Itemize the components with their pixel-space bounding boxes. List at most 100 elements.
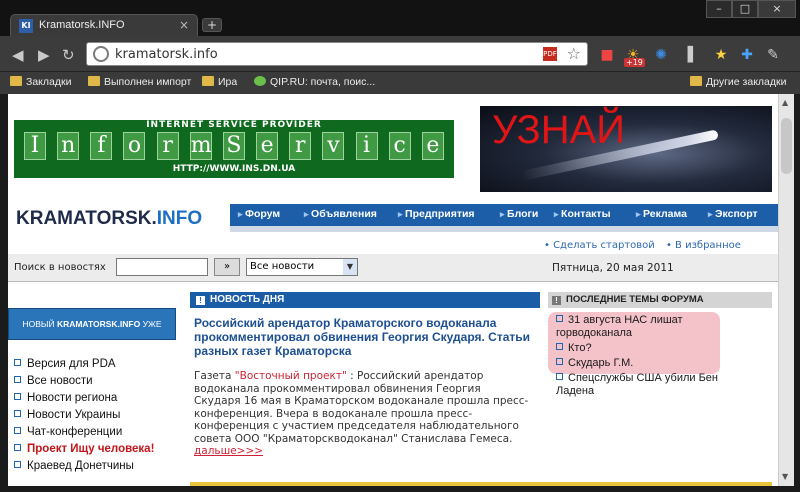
address-bar[interactable]: PDF ☆ [86, 42, 588, 66]
bookmarks-bar: Закладки Выполнен импорт Ира QIP.RU: поч… [0, 72, 800, 94]
uznai-ad-banner[interactable]: УЗНАЙ [480, 106, 772, 192]
forum-section-header: ! ПОСЛЕДНИЕ ТЕМЫ ФОРУМА [548, 292, 772, 308]
wrench-icon[interactable]: ✎ [764, 46, 782, 64]
add-favorites-link[interactable]: • В избранное [666, 240, 741, 251]
chrome-extension-icon[interactable]: ✺ [652, 46, 670, 64]
news-source-prefix: Газета [194, 370, 235, 382]
bookmark-qip[interactable]: QIP.RU: почта, поис... [254, 76, 375, 88]
folder-icon [88, 76, 100, 86]
nav-companies[interactable]: Предприятия [398, 208, 475, 220]
banner-top-text: INTERNET SERVICE PROVIDER [146, 120, 322, 130]
nav-export[interactable]: Экспорт [708, 208, 758, 220]
folder-icon [10, 76, 22, 86]
bottom-banner-strip [190, 482, 772, 486]
close-window-button[interactable]: × [758, 0, 796, 18]
folder-icon [202, 76, 214, 86]
translate-extension-icon[interactable]: ✚ [738, 46, 756, 64]
scroll-down-icon[interactable]: ▼ [782, 472, 788, 481]
left-menu: Версия для PDA Все новости Новости регио… [14, 358, 154, 477]
tab-close-icon[interactable]: × [179, 18, 189, 32]
page-scrollbar[interactable]: ▲ ▼ [778, 94, 794, 486]
pdf-extension-icon[interactable]: PDF [543, 47, 557, 61]
forum-topic[interactable]: Скударь Г.М. [556, 357, 756, 370]
menu-region-news[interactable]: Новости региона [14, 392, 154, 409]
menu-chat[interactable]: Чат-конференции [14, 426, 154, 443]
nav-blogs[interactable]: Блоги [500, 208, 538, 220]
reload-icon[interactable]: ↻ [62, 46, 75, 64]
news-scope-select[interactable]: Все новости ▼ [246, 258, 358, 276]
tab-kramatorsk[interactable]: KI Kramatorsk.INFO × [10, 14, 198, 36]
current-date: Пятница, 20 мая 2011 [552, 262, 674, 274]
banner-letter: n [57, 132, 80, 160]
menu-local-history[interactable]: Краевед Донетчины [14, 460, 154, 477]
forum-topic[interactable]: Спецслужбы США убили Бен Ладена [556, 372, 756, 398]
forward-icon[interactable]: ▶ [38, 46, 50, 64]
bookmarks-star-icon[interactable]: ★ [712, 46, 730, 64]
main-nav: Форум Объявления Предприятия Блоги Конта… [230, 204, 778, 226]
nav-advertising[interactable]: Реклама [636, 208, 687, 220]
bookmark-ira[interactable]: Ира [202, 76, 237, 88]
make-homepage-link[interactable]: • Сделать стартовой [544, 240, 655, 251]
bookmark-zakladki[interactable]: Закладки [10, 76, 71, 88]
bookmark-other[interactable]: Другие закладки [690, 76, 786, 88]
new-tab-button[interactable]: + [202, 18, 222, 32]
banner-letter: I [24, 132, 46, 160]
quick-links: • Сделать стартовой • В избранное [544, 240, 749, 251]
banner-letter: m [189, 132, 212, 160]
bookmark-imported[interactable]: Выполнен импорт [88, 76, 191, 88]
read-more-link[interactable]: дальше>>> [194, 445, 263, 457]
news-headline[interactable]: Российский арендатор Краматорского водок… [190, 316, 530, 358]
forum-section-title: ПОСЛЕДНИЕ ТЕМЫ ФОРУМА [566, 294, 704, 305]
forum-topic[interactable]: 31 августа НАС лишат горводоканала [556, 314, 756, 340]
sound-extension-icon[interactable]: ▌ [684, 46, 702, 64]
banner-letter: e [421, 132, 444, 160]
maximize-button[interactable]: □ [732, 0, 758, 18]
nav-contacts[interactable]: Контакты [554, 208, 611, 220]
tab-title: Kramatorsk.INFO [39, 19, 125, 31]
info-icon: ! [196, 296, 205, 305]
banner-url-text: HTTP://WWW.INS.DN.UA [172, 164, 296, 174]
weather-badge: +19 [624, 58, 645, 67]
browser-toolbar: ◀ ▶ ↻ PDF ☆ ■ ☀ +19 ✺ ▌ ★ ✚ ✎ [0, 36, 800, 72]
menu-all-news[interactable]: Все новости [14, 375, 154, 392]
chevron-down-icon: ▼ [343, 259, 357, 275]
menu-ukraine-news[interactable]: Новости Украины [14, 409, 154, 426]
logo-main: KRAMATORSK. [16, 208, 157, 229]
minimize-button[interactable]: – [706, 0, 732, 18]
scroll-thumb[interactable] [781, 118, 792, 174]
banner-letter: f [90, 132, 113, 160]
nav-ads[interactable]: Объявления [304, 208, 377, 220]
banner-letter: v [322, 132, 345, 160]
scope-value: Все новости [250, 261, 315, 272]
news-of-day: ! НОВОСТЬ ДНЯ Российский арендатор Крамат… [190, 292, 540, 486]
back-icon[interactable]: ◀ [12, 46, 24, 64]
promo-prefix: НОВЫЙ [22, 319, 57, 329]
site-logo[interactable]: KRAMATORSK.INFO [16, 208, 202, 230]
promo-banner[interactable]: НОВЫЙ KRAMATORSK.INFO УЖЕ РЯДОМ [8, 308, 176, 359]
scroll-up-icon[interactable]: ▲ [782, 98, 788, 107]
news-source-link[interactable]: "Восточный проект" [235, 370, 347, 382]
menu-find-person[interactable]: Проект Ищу человека! [14, 443, 154, 460]
info-icon: ! [552, 296, 561, 305]
page-viewport: INTERNET SERVICE PROVIDER I n f o r m S … [8, 94, 778, 486]
gift-extension-icon[interactable]: ■ [598, 46, 616, 64]
logo-accent: INFO [156, 208, 203, 229]
forum-topic[interactable]: Кто? [556, 342, 756, 355]
banner-word: I n f o r m S e r v i c e [24, 132, 444, 160]
browser-window: KI Kramatorsk.INFO × + – □ × ◀ ▶ ↻ PDF ☆… [0, 0, 800, 492]
banner-letter: e [256, 132, 279, 160]
news-section-title: НОВОСТЬ ДНЯ [210, 294, 285, 305]
informservice-banner[interactable]: INTERNET SERVICE PROVIDER I n f o r m S … [14, 120, 454, 178]
menu-pda[interactable]: Версия для PDA [14, 358, 154, 375]
globe-icon [93, 46, 109, 62]
address-input[interactable] [115, 45, 515, 63]
banner-letter: S [222, 132, 245, 160]
search-label: Поиск в новостях [14, 262, 106, 273]
bookmark-star-icon[interactable]: ☆ [567, 44, 581, 63]
site-favicon-icon: KI [19, 19, 33, 33]
search-input[interactable] [116, 258, 208, 276]
nav-forum[interactable]: Форум [238, 208, 280, 220]
banner-letter: i [355, 132, 378, 160]
search-button[interactable]: » [214, 258, 240, 276]
news-body: Газета "Восточный проект" : Российский а… [190, 370, 530, 458]
